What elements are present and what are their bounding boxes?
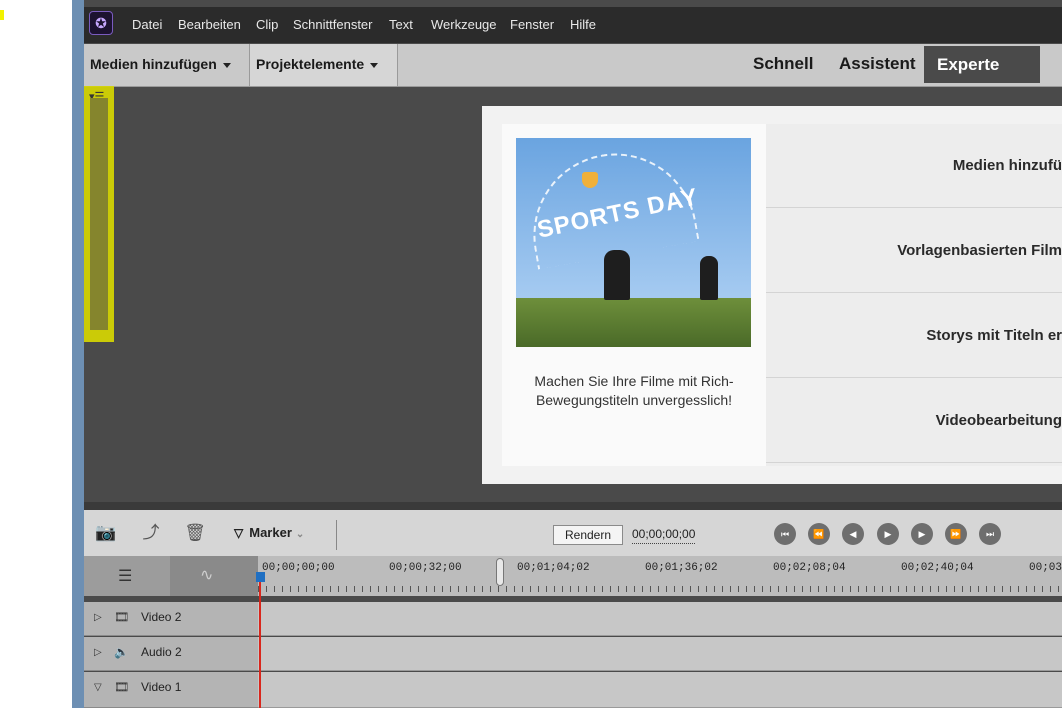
track-header-video-2[interactable]: ▷ 🎞 Video 2: [84, 602, 258, 636]
audio-waveform-toggle[interactable]: ∿: [170, 556, 258, 596]
track-name: Video 1: [141, 680, 182, 694]
preview-image: SPORTS DAY: [516, 138, 751, 347]
track-name: Audio 2: [141, 645, 182, 659]
panel-splitter[interactable]: [84, 502, 1062, 510]
option-video-editing[interactable]: Videobearbeitung: [766, 379, 1062, 463]
marker-icon: ▽: [234, 526, 244, 540]
highlight-mark: [0, 10, 4, 20]
playhead-handle[interactable]: [256, 572, 265, 582]
menu-text[interactable]: Text: [382, 7, 420, 43]
add-media-label: Medien hinzufügen: [90, 56, 217, 72]
chevron-down-icon: [370, 62, 379, 68]
menu-clip[interactable]: Clip: [249, 7, 285, 43]
work-area-handle[interactable]: [496, 558, 504, 586]
collapse-triangle-icon[interactable]: ▽: [94, 682, 102, 693]
grass: [516, 298, 751, 347]
main-toolbar: Medien hinzufügen Projektelemente Schnel…: [84, 44, 1062, 87]
ruler-label: 00;02;08;04: [773, 562, 846, 574]
menu-schnittfenster[interactable]: Schnittfenster: [286, 7, 380, 43]
track-header-audio-2[interactable]: ▷ 🔈 Audio 2: [84, 637, 258, 671]
cyclist-silhouette: [604, 250, 630, 300]
camera-icon[interactable]: 📷: [94, 522, 118, 544]
expand-triangle-icon[interactable]: ▷: [94, 647, 102, 658]
collapsed-panel[interactable]: ▾☰: [84, 86, 114, 342]
waveform-icon: ∿: [200, 567, 214, 584]
desktop-background: [0, 0, 72, 708]
welcome-preview: SPORTS DAY Machen Sie Ihre Filme mit Ric…: [502, 124, 766, 466]
ruler-ticks: [258, 586, 1062, 592]
project-assets-label: Projektelemente: [256, 56, 365, 72]
menu-fenster[interactable]: Fenster: [503, 7, 561, 43]
play-icon[interactable]: ▶: [877, 523, 899, 545]
film-icon: 🎞: [114, 680, 130, 694]
rotate-icon[interactable]: ⤴: [139, 522, 163, 544]
menu-hilfe[interactable]: Hilfe: [563, 7, 603, 43]
playhead-line[interactable]: [259, 572, 261, 708]
go-to-end-icon[interactable]: ⏭: [979, 523, 1001, 545]
menu-datei[interactable]: Datei: [125, 7, 169, 43]
ruler-label: 00;01;04;02: [517, 562, 590, 574]
ruler-label: 00;02;40;04: [901, 562, 974, 574]
mode-assistent[interactable]: Assistent: [826, 44, 929, 86]
welcome-card: SPORTS DAY Machen Sie Ihre Filme mit Ric…: [482, 106, 1062, 484]
go-to-start-icon[interactable]: ⏮: [774, 523, 796, 545]
mode-experte[interactable]: Experte: [924, 46, 1040, 83]
track-name: Video 2: [141, 610, 182, 624]
track-lane-video-2[interactable]: [258, 602, 1062, 636]
divider: [336, 520, 337, 550]
menu-werkzeuge[interactable]: Werkzeuge: [424, 7, 504, 43]
app-window: ✪ Datei Bearbeiten Clip Schnittfenster T…: [84, 0, 1062, 708]
trash-icon[interactable]: 🗑: [183, 522, 207, 544]
chevron-down-icon: [222, 62, 231, 68]
cyclist-silhouette: [700, 256, 718, 300]
chevron-down-icon: ⌄: [295, 529, 305, 540]
track-lane-video-1[interactable]: [258, 672, 1062, 708]
track-list-icon: ☰: [118, 568, 133, 585]
next-edit-icon[interactable]: ⏩: [945, 523, 967, 545]
speaker-icon: 🔈: [114, 645, 129, 659]
timeline-toolbar: 📷 ⤴ 🗑 ▽ Marker ⌄ Rendern 00;00;00;00 ⏮ ⏪ ◀…: [84, 510, 1062, 556]
track-options-button[interactable]: ☰: [84, 556, 170, 596]
timecode-display[interactable]: 00;00;00;00: [632, 525, 696, 544]
marker-dropdown[interactable]: ▽ Marker ⌄: [234, 522, 304, 546]
ruler-label: 00;03;: [1029, 562, 1062, 574]
menu-bearbeiten[interactable]: Bearbeiten: [171, 7, 248, 43]
ruler-label: 00;00;32;00: [389, 562, 462, 574]
ruler-label: 00;01;36;02: [645, 562, 718, 574]
expand-triangle-icon[interactable]: ▷: [94, 612, 102, 623]
project-assets-button[interactable]: Projektelemente: [250, 44, 398, 86]
ruler-label: 00;00;00;00: [262, 562, 335, 574]
option-add-media[interactable]: Medien hinzufü: [766, 124, 1062, 208]
add-media-button[interactable]: Medien hinzufügen: [84, 44, 250, 86]
render-button[interactable]: Rendern: [553, 525, 623, 545]
window-border: [72, 0, 84, 708]
step-forward-icon[interactable]: ▶: [911, 523, 933, 545]
option-template-film[interactable]: Vorlagenbasierten Film: [766, 209, 1062, 293]
time-ruler[interactable]: 00;00;00;00 00;00;32;00 00;01;04;02 00;0…: [258, 556, 1062, 596]
track-header-video-1[interactable]: ▽ 🎞 Video 1: [84, 672, 258, 708]
mode-schnell[interactable]: Schnell: [740, 44, 826, 86]
trophy-icon: [582, 172, 598, 188]
step-back-icon[interactable]: ◀: [842, 523, 864, 545]
welcome-options: Medien hinzufü Vorlagenbasierten Film St…: [766, 124, 1062, 466]
option-story-titles[interactable]: Storys mit Titeln er: [766, 294, 1062, 378]
app-logo-icon: ✪: [89, 11, 113, 35]
preview-caption: Machen Sie Ihre Filme mit Rich-Bewegungs…: [534, 373, 734, 408]
panel-scrollbar[interactable]: [90, 98, 108, 330]
previous-edit-icon[interactable]: ⏪: [808, 523, 830, 545]
track-lane-audio-2[interactable]: [258, 637, 1062, 671]
film-icon: 🎞: [114, 610, 130, 624]
menubar: ✪ Datei Bearbeiten Clip Schnittfenster T…: [84, 7, 1062, 43]
